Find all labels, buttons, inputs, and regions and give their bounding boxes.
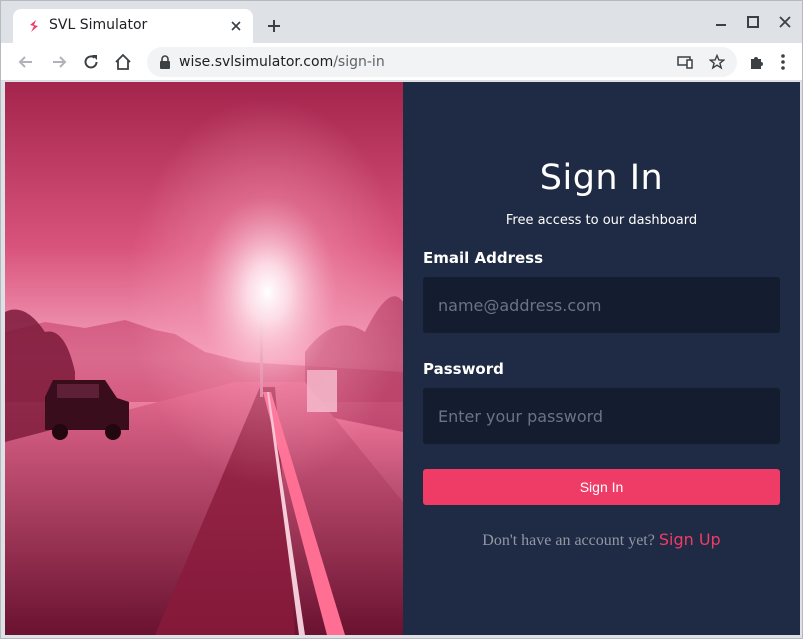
no-account-text: Don't have an account yet? (482, 532, 655, 549)
arrow-left-icon[interactable] (17, 53, 35, 71)
email-field[interactable] (423, 277, 780, 333)
puzzle-icon[interactable] (748, 53, 766, 71)
page-title: Sign In (539, 158, 664, 198)
url-path: /sign-in (333, 54, 385, 70)
browser-toolbar: wise.svlsimulator.com/sign-in (1, 43, 802, 81)
browser-window: SVL Simulator wise.svlsimulator.com/sign… (0, 0, 803, 639)
tab-strip: SVL Simulator (1, 1, 802, 43)
page-subtitle: Free access to our dashboard (505, 213, 698, 228)
password-field[interactable] (423, 388, 780, 444)
cast-icon[interactable] (677, 54, 693, 70)
sign-up-link[interactable]: Sign Up (659, 530, 721, 549)
password-label: Password (423, 360, 504, 378)
star-icon[interactable] (709, 54, 725, 70)
address-bar[interactable]: wise.svlsimulator.com/sign-in (147, 47, 737, 77)
signup-prompt: Don't have an account yet? Sign Up (403, 530, 800, 550)
kebab-menu-icon[interactable] (780, 53, 786, 71)
tab-close-icon[interactable] (228, 18, 244, 34)
arrow-right-icon[interactable] (50, 53, 68, 71)
new-tab-plus-icon[interactable] (265, 17, 283, 35)
lock-icon[interactable] (159, 55, 171, 69)
sign-in-panel: Sign In Free access to our dashboard Ema… (403, 82, 800, 635)
email-label: Email Address (423, 249, 544, 267)
maximize-icon[interactable] (746, 15, 760, 29)
svl-logo-icon (30, 20, 38, 32)
reload-icon[interactable] (82, 53, 100, 71)
browser-tab[interactable]: SVL Simulator (13, 9, 253, 43)
hero-image (5, 82, 403, 635)
url-host: wise.svlsimulator.com (179, 54, 334, 70)
window-close-icon[interactable] (778, 15, 792, 29)
minimize-icon[interactable] (714, 15, 728, 29)
url-text: wise.svlsimulator.com/sign-in (179, 54, 385, 70)
sign-in-button[interactable]: Sign In (423, 469, 780, 505)
page-content: Sign In Free access to our dashboard Ema… (5, 82, 800, 635)
tab-title: SVL Simulator (49, 17, 148, 33)
home-icon[interactable] (114, 53, 132, 71)
